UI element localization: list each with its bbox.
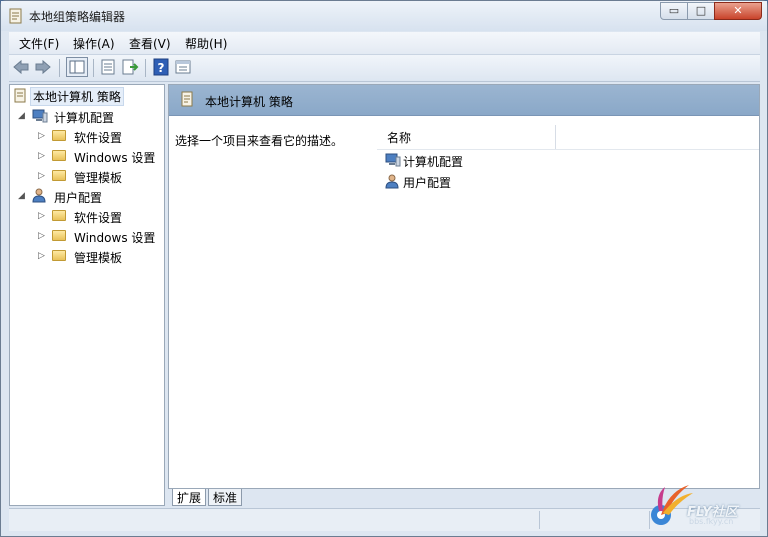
list-item-user-config[interactable]: 用户配置 (385, 173, 545, 191)
console-tree: 本地计算机 策略 ◢ 计算机配置 ▷ 软件设置 ▷ Windows 设置 ▷ 管… (9, 84, 165, 506)
forward-arrow-icon[interactable] (34, 58, 52, 76)
maximize-button[interactable]: □ (687, 2, 715, 20)
collapse-arrow-icon[interactable]: ◢ (18, 191, 28, 201)
tree-root-label: 本地计算机 策略 (30, 87, 124, 106)
filter-view-icon[interactable] (174, 58, 192, 76)
list-item-label: 计算机配置 (403, 155, 464, 169)
properties-icon[interactable] (99, 58, 117, 76)
expand-arrow-icon[interactable]: ▷ (38, 231, 48, 241)
maximize-icon: □ (695, 4, 707, 17)
policy-document-icon (181, 91, 193, 107)
policy-document-icon (9, 8, 22, 24)
tree-item-label: 管理模板 (74, 251, 123, 265)
tree-item-software-settings[interactable]: ▷ 软件设置 (36, 127, 162, 145)
window-title: 本地组策略编辑器 (29, 10, 126, 24)
expand-arrow-icon[interactable]: ▷ (38, 171, 48, 181)
tree-item-label: Windows 设置 (74, 151, 156, 165)
folder-icon (52, 130, 66, 141)
policy-document-icon (14, 88, 26, 103)
menu-action[interactable]: 操作(A) (73, 35, 115, 52)
computer-icon (32, 109, 48, 123)
tree-item-admin-templates[interactable]: ▷ 管理模板 (36, 247, 162, 265)
tree-item-label: 管理模板 (74, 171, 123, 185)
menu-view[interactable]: 查看(V) (129, 35, 171, 52)
app-window: 本地组策略编辑器 ▭ □ ✕ 文件(F) 操作(A) 查看(V) 帮助(H) ?… (0, 0, 768, 537)
show-hide-tree-icon[interactable] (66, 57, 88, 77)
back-arrow-icon[interactable] (12, 58, 30, 76)
menu-bar: 文件(F) 操作(A) 查看(V) 帮助(H) (9, 32, 760, 55)
expand-arrow-icon[interactable]: ▷ (38, 131, 48, 141)
tree-item-label: 软件设置 (74, 131, 123, 145)
column-header-label: 名称 (387, 131, 412, 145)
toolbar-separator (145, 59, 146, 77)
folder-icon (52, 210, 66, 221)
close-button[interactable]: ✕ (714, 2, 762, 20)
description-text: 选择一个项目来查看它的描述。 (175, 134, 344, 148)
tab-extended[interactable]: 扩展 (172, 489, 207, 506)
toolbar-separator (93, 59, 94, 77)
minimize-icon: ▭ (668, 4, 680, 17)
column-header-filler (555, 125, 759, 150)
tree-item-windows-settings[interactable]: ▷ Windows 设置 (36, 147, 162, 165)
details-pane: 本地计算机 策略 选择一个项目来查看它的描述。 名称 计算机配置 用户配置 (168, 84, 760, 489)
title-bar: 本地组策略编辑器 ▭ □ ✕ (1, 1, 767, 31)
folder-icon (52, 250, 66, 261)
watermark-logo: FLY社区 bbs.fkyy.cn (647, 481, 767, 531)
tab-label: 标准 (213, 491, 238, 505)
folder-icon (52, 170, 66, 181)
toolbar: ? (9, 55, 760, 82)
export-list-icon[interactable] (121, 58, 139, 76)
details-header-title: 本地计算机 策略 (205, 95, 293, 109)
tab-label: 扩展 (177, 491, 202, 505)
list-item-label: 用户配置 (403, 176, 452, 190)
expand-arrow-icon[interactable]: ▷ (38, 151, 48, 161)
column-header-name[interactable]: 名称 (377, 125, 556, 150)
tree-user-config[interactable]: ◢ 用户配置 (16, 187, 162, 205)
minimize-button[interactable]: ▭ (660, 2, 688, 20)
details-header: 本地计算机 策略 (169, 85, 759, 116)
watermark-subtext: bbs.fkyy.cn (689, 517, 734, 526)
menu-help[interactable]: 帮助(H) (185, 35, 227, 52)
tree-user-config-label: 用户配置 (54, 191, 103, 205)
list-item-computer-config[interactable]: 计算机配置 (385, 152, 545, 170)
tree-computer-config[interactable]: ◢ 计算机配置 (16, 107, 162, 125)
menu-file[interactable]: 文件(F) (19, 35, 59, 52)
status-separator (539, 511, 540, 529)
folder-icon (52, 150, 66, 161)
tree-item-label: 软件设置 (74, 211, 123, 225)
tree-computer-config-label: 计算机配置 (54, 111, 115, 125)
computer-icon (385, 153, 401, 167)
user-icon (385, 174, 399, 189)
tree-item-admin-templates[interactable]: ▷ 管理模板 (36, 167, 162, 185)
tree-item-label: Windows 设置 (74, 231, 156, 245)
user-icon (32, 188, 46, 203)
tree-item-windows-settings[interactable]: ▷ Windows 设置 (36, 227, 162, 245)
close-icon: ✕ (733, 4, 743, 17)
svg-text:?: ? (158, 61, 165, 75)
expand-arrow-icon[interactable]: ▷ (38, 211, 48, 221)
collapse-arrow-icon[interactable]: ◢ (18, 111, 28, 121)
expand-arrow-icon[interactable]: ▷ (38, 251, 48, 261)
tab-standard[interactable]: 标准 (208, 489, 243, 506)
help-icon[interactable]: ? (152, 58, 170, 76)
toolbar-separator (59, 59, 60, 77)
tree-root-local-policy[interactable]: 本地计算机 策略 (12, 87, 162, 106)
folder-icon (52, 230, 66, 241)
tree-item-software-settings[interactable]: ▷ 软件设置 (36, 207, 162, 225)
